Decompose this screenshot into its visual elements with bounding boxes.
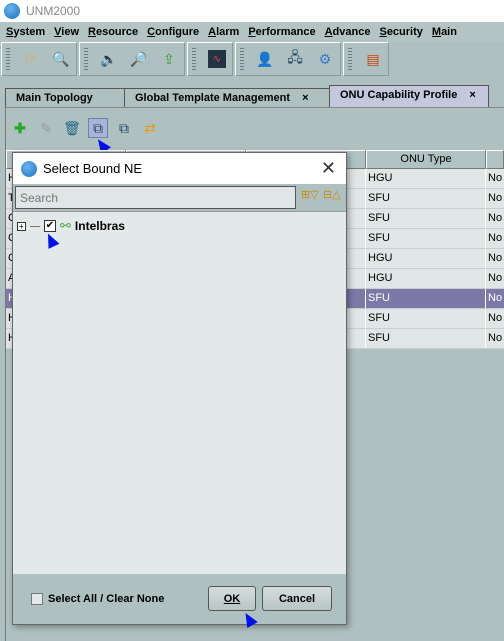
cell: No [488,232,503,244]
network-icon[interactable]: 🖧 [286,49,304,68]
menu-alarm[interactable]: Alarm [208,26,239,38]
app-logo-icon [21,160,37,177]
refresh-icon[interactable]: ⟳ [22,50,40,68]
toolbar-group: ∿ [187,42,233,76]
menu-security[interactable]: Security [379,26,422,38]
bind-ne-icon[interactable]: ⧉ [88,118,108,138]
grip-handle[interactable] [192,48,196,70]
cell-onu-type: SFU [366,189,486,208]
menu-configure[interactable]: Configure [147,26,199,38]
cancel-button[interactable]: Cancel [262,586,332,611]
window-title-bar: UNM2000 [0,0,504,22]
dialog-footer: Select All / Clear None OK Cancel [13,574,346,629]
cell-onu-type: SFU [366,229,486,248]
checkbox[interactable] [31,593,43,605]
ok-button[interactable]: OK [208,586,256,611]
window-title: UNM2000 [26,4,81,18]
cancel-label: Cancel [278,592,316,605]
toolbar-group: ⟳ 🔍 [1,42,77,76]
add-icon[interactable]: ✚ [10,118,30,138]
grip-handle[interactable] [84,48,88,70]
select-all-checkbox[interactable]: Select All / Clear None [31,593,164,605]
user-monitor-icon[interactable]: 👤 [256,50,274,68]
unbind-ne-icon[interactable]: ⧉ [114,118,134,138]
select-bound-ne-dialog: Select Bound NE ✕ ⊞▽ ⊟△ + ✔ ⚯ Intelbras … [12,152,347,629]
cell: No [488,212,503,224]
tab-bar: Main Topology Global Template Management… [5,85,504,108]
search-window-icon[interactable]: 🔍 [52,50,70,68]
tab-label: ONU Capability Profile [340,89,458,101]
toolbar-group: 🔊 🔎 ⇪ [79,42,185,76]
profile-toolbar: ✚ ✎ 🗑 ⧉ ⧉ ⇄ [10,118,160,138]
menu-advance[interactable]: Advance [325,26,371,38]
collapse-all-icon[interactable]: ⊟△ [323,188,341,201]
cell-onu-type: HGU [366,269,486,288]
speaker-icon[interactable]: 🔊 [100,50,118,68]
cell-onu-type: HGU [366,249,486,268]
tab-global-template-management[interactable]: Global Template Management × [124,88,332,108]
edit-icon[interactable]: ✎ [36,118,56,138]
menu-system[interactable]: System [6,26,45,38]
cell-onu-type: SFU [366,309,486,328]
cell: No [488,272,503,284]
ne-checkbox[interactable]: ✔ [44,220,56,232]
gear-icon[interactable]: ⚙ [316,50,334,68]
monitor-chart-icon[interactable]: ∿ [208,50,226,68]
close-icon[interactable]: × [302,92,308,104]
main-toolbar: ⟳ 🔍 🔊 🔎 ⇪ ∿ 👤 🖧 ⚙ ▤ [0,42,504,76]
toolbar-group: ▤ [343,42,389,76]
tab-label: Main Topology [16,92,93,104]
menu-view[interactable]: View [54,26,79,38]
menu-performance[interactable]: Performance [248,26,315,38]
toolbar-group: 👤 🖧 ⚙ [235,42,341,76]
menu-bar: System View Resource Configure Alarm Per… [0,22,504,42]
cell-onu-type: SFU [366,209,486,228]
tree-node-label: Intelbras [74,219,125,233]
cell: No [488,252,503,264]
cell: No [488,192,503,204]
dialog-title-bar: Select Bound NE ✕ [13,153,346,184]
network-group-icon: ⚯ [60,218,71,233]
app-logo-icon [4,3,20,19]
cell: No [488,332,503,344]
dialog-title: Select Bound NE [43,161,143,176]
menu-resource[interactable]: Resource [88,26,138,38]
delete-icon[interactable]: 🗑 [62,118,82,138]
cell-onu-type: HGU [366,169,486,188]
cell: No [488,312,503,324]
alarm-search-icon[interactable]: 🔎 [130,50,148,68]
cell-onu-type: SFU [366,289,486,308]
cell-onu-type: SFU [366,329,486,348]
find-upload-icon[interactable]: ⇪ [160,50,178,68]
tree-line [30,225,40,227]
sync-icon[interactable]: ⇄ [140,118,160,138]
cell: No [488,292,503,304]
column-header[interactable] [486,150,504,169]
select-all-label: Select All / Clear None [48,593,165,605]
grip-handle[interactable] [348,48,352,70]
column-header-onu-type[interactable]: ONU Type [366,150,486,169]
close-icon[interactable]: ✕ [321,158,336,179]
tab-label: Global Template Management [135,92,291,104]
grip-handle[interactable] [6,48,10,70]
tab-onu-capability-profile[interactable]: ONU Capability Profile × [329,85,489,108]
ok-label: OK [223,592,241,605]
expand-all-icon[interactable]: ⊞▽ [301,188,319,201]
close-icon[interactable]: × [469,89,475,101]
menu-main[interactable]: Main [432,26,457,38]
tab-main-topology[interactable]: Main Topology [5,88,125,108]
window-icon[interactable]: ▤ [364,50,382,68]
grip-handle[interactable] [240,48,244,70]
ne-tree: + ✔ ⚯ Intelbras [13,211,346,574]
cell: No [488,172,503,184]
search-input[interactable] [15,186,296,209]
tree-node-intelbras[interactable]: + ✔ ⚯ Intelbras [17,218,125,234]
expand-icon[interactable]: + [17,221,26,231]
